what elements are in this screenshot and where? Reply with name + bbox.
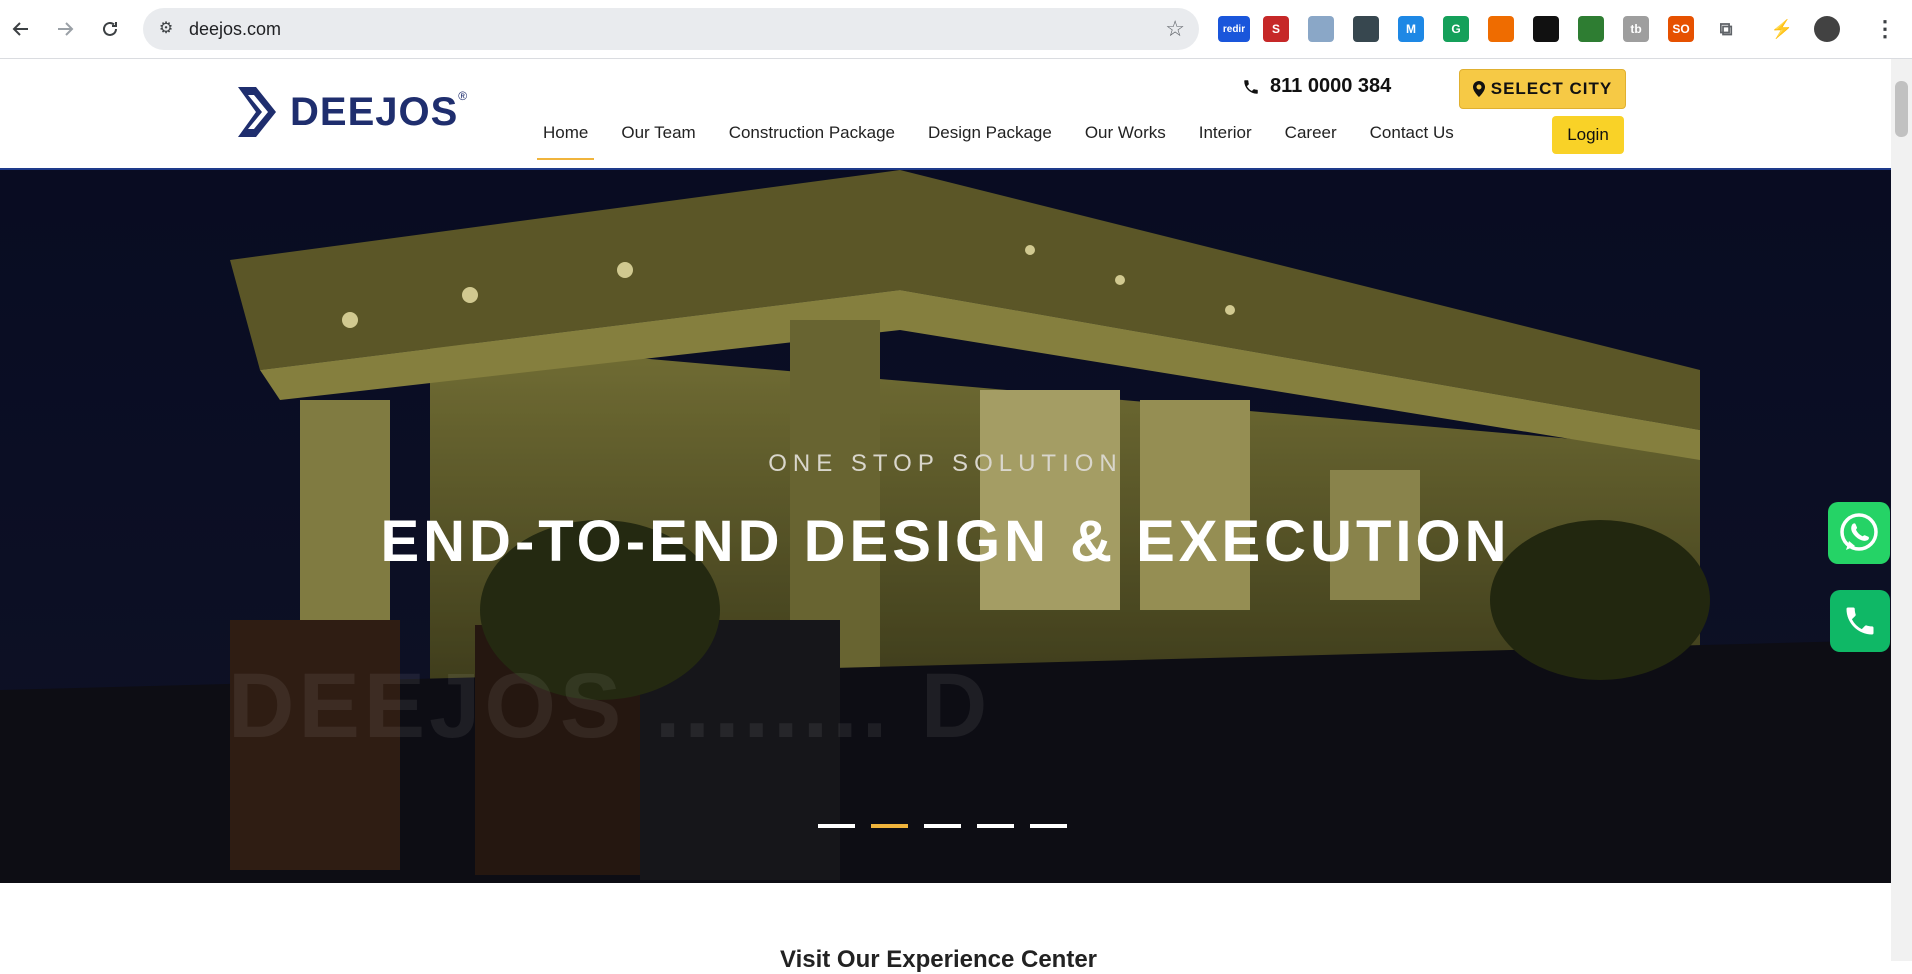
hero-ghost-text: DEEJOS ........ D — [228, 655, 992, 757]
browser-menu-icon[interactable]: ⋮ — [1872, 16, 1898, 42]
redir-extension-icon[interactable]: redir — [1218, 16, 1250, 42]
slide-indicator-1[interactable] — [818, 824, 855, 828]
slide-indicator-2[interactable] — [871, 824, 908, 828]
browser-toolbar: ⚙ deejos.com ☆ redir S M Gtb SO ⧉ ⚡ ⋮ — [0, 0, 1912, 59]
s-extension-icon[interactable]: S — [1263, 16, 1289, 42]
phone-number: 811 0000 384 — [1270, 75, 1392, 97]
site-header: DEEJOS ® 811 0000 384 SELECT CITY Home O… — [0, 59, 1891, 170]
slider-indicators — [818, 824, 1067, 828]
site-info-icon[interactable]: ⚙ — [155, 18, 177, 40]
logo-mark-icon — [238, 87, 276, 137]
profile-avatar[interactable] — [1814, 16, 1840, 42]
logo-text: DEEJOS — [290, 89, 459, 134]
experience-center-heading: Visit Our Experience Center — [780, 946, 1098, 973]
nav-interior[interactable]: Interior — [1199, 123, 1252, 143]
nav-our-works[interactable]: Our Works — [1085, 123, 1166, 143]
bolt-icon[interactable]: ⚡ — [1769, 16, 1795, 42]
hero-subtitle: ONE STOP SOLUTION — [768, 450, 1123, 477]
phone-contact[interactable]: 811 0000 384 — [1242, 75, 1391, 98]
main-nav: Home Our Team Construction Package Desig… — [536, 123, 1487, 160]
logo-registered-mark: ® — [458, 89, 468, 103]
forward-button[interactable] — [48, 12, 82, 46]
leaf-extension-icon[interactable] — [1578, 16, 1604, 42]
nav-construction-package[interactable]: Construction Package — [729, 123, 895, 143]
bookmark-star-icon[interactable]: ☆ — [1165, 16, 1185, 42]
nav-contact-us[interactable]: Contact Us — [1370, 123, 1454, 143]
reload-button[interactable] — [93, 12, 127, 46]
back-button[interactable] — [4, 12, 38, 46]
whatsapp-button[interactable] — [1828, 502, 1890, 564]
reload-icon — [103, 21, 117, 36]
image-extension-icon[interactable] — [1308, 16, 1334, 42]
call-phone-icon — [1846, 607, 1874, 635]
folder-extension-icon[interactable] — [1353, 16, 1379, 42]
chess-extension-icon[interactable] — [1488, 16, 1514, 42]
slide-indicator-4[interactable] — [977, 824, 1014, 828]
slide-indicator-3[interactable] — [924, 824, 961, 828]
nav-design-package[interactable]: Design Package — [928, 123, 1052, 143]
tb-extension-icon[interactable]: tb — [1623, 16, 1649, 42]
map-marker-icon — [1472, 81, 1485, 97]
back-arrow-icon — [12, 22, 28, 36]
select-city-label: SELECT CITY — [1490, 79, 1613, 98]
forward-arrow-icon — [58, 22, 74, 36]
grammarly-icon[interactable]: G — [1443, 16, 1469, 42]
deejos-logo[interactable]: DEEJOS ® — [236, 85, 467, 139]
m-extension-icon[interactable]: M — [1398, 16, 1424, 42]
call-button[interactable] — [1830, 590, 1890, 652]
nav-career[interactable]: Career — [1285, 123, 1337, 143]
seo-extension-icon[interactable]: SO — [1668, 16, 1694, 42]
phone-icon — [1244, 79, 1258, 94]
login-button[interactable]: Login — [1552, 116, 1624, 154]
hero-title: END-TO-END DESIGN & EXECUTION — [380, 509, 1511, 574]
page-scrollbar[interactable] — [1891, 59, 1912, 961]
select-city-button[interactable]: SELECT CITY — [1459, 69, 1626, 109]
nav-home[interactable]: Home — [536, 123, 595, 160]
url-text[interactable]: deejos.com — [189, 19, 281, 40]
scrollbar-thumb[interactable] — [1895, 81, 1908, 137]
address-bar[interactable]: ⚙ deejos.com ☆ — [143, 8, 1199, 50]
eye-extension-icon[interactable] — [1533, 16, 1559, 42]
puzzle-icon[interactable]: ⧉ — [1713, 16, 1739, 42]
nav-our-team[interactable]: Our Team — [621, 123, 695, 143]
slide-indicator-5[interactable] — [1030, 824, 1067, 828]
whatsapp-icon — [1840, 513, 1878, 551]
